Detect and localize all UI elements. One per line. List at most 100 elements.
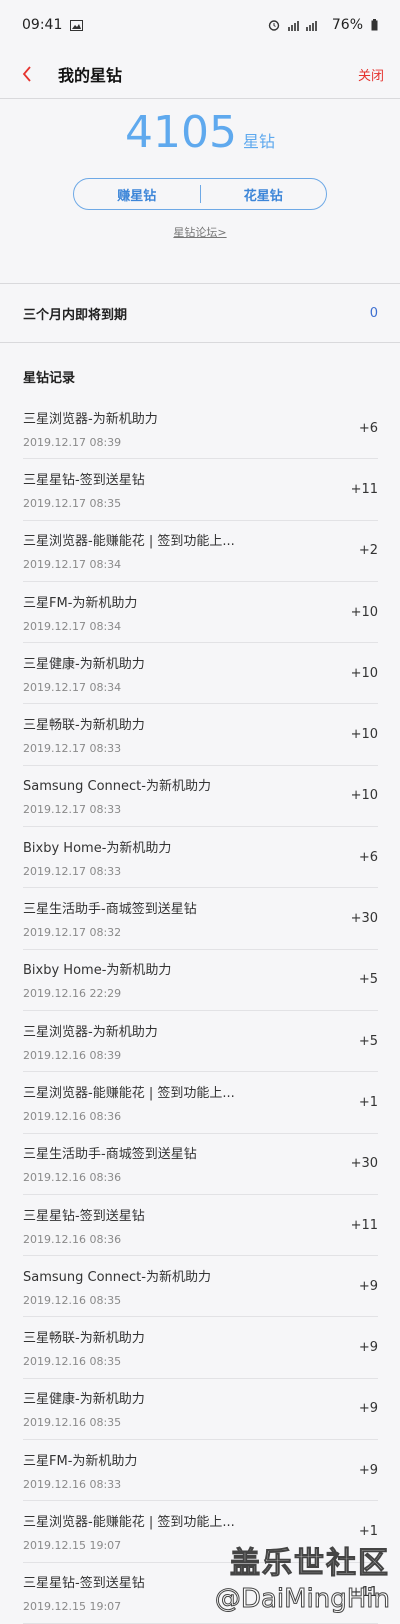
balance-summary: 4105 星钻 赚星钻 花星钻 星钻论坛> xyxy=(0,99,400,283)
record-name: 三星浏览器-为新机助力 xyxy=(23,1024,158,1040)
record-name: 三星星钻-签到送星钻 xyxy=(23,1576,145,1592)
alarm-icon xyxy=(268,19,280,31)
record-name: 三星FM-为新机助力 xyxy=(23,595,138,611)
record-row[interactable]: 三星健康-为新机助力 2019.12.16 08:35 +9 xyxy=(23,1379,378,1441)
record-date: 2019.12.17 08:34 xyxy=(23,619,122,633)
record-date: 2019.12.16 08:35 xyxy=(23,1416,122,1430)
record-date: 2019.12.17 08:33 xyxy=(23,742,122,756)
record-name: 三星星钻-签到送星钻 xyxy=(23,472,145,488)
header: 我的星钻 关闭 xyxy=(0,50,400,98)
record-name: 三星畅联-为新机助力 xyxy=(23,718,145,734)
record-row[interactable]: 三星星钻-签到送星钻 2019.12.17 08:35 +11 xyxy=(23,459,378,521)
clock: 09:41 xyxy=(22,17,63,33)
expiring-value: 0 xyxy=(369,305,378,321)
record-amount: +10 xyxy=(350,788,378,804)
record-date: 2019.12.16 08:39 xyxy=(23,1048,122,1062)
chevron-left-icon xyxy=(22,66,31,82)
record-date: 2019.12.17 08:34 xyxy=(23,558,122,572)
record-row[interactable]: 三星浏览器-能赚能花 | 签到功能上... 2019.12.16 08:36 +1 xyxy=(23,1072,378,1134)
record-date: 2019.12.16 08:33 xyxy=(23,1477,122,1491)
record-name: Bixby Home-为新机助力 xyxy=(23,963,172,979)
record-amount: +9 xyxy=(358,1401,378,1417)
record-date: 2019.12.16 08:36 xyxy=(23,1109,122,1123)
record-date: 2019.12.16 22:29 xyxy=(23,987,122,1001)
header-left: 我的星钻 xyxy=(18,62,122,86)
record-date: 2019.12.17 08:39 xyxy=(23,435,122,449)
record-row[interactable]: 三星FM-为新机助力 2019.12.16 08:33 +9 xyxy=(23,1440,378,1502)
record-name: Samsung Connect-为新机助力 xyxy=(23,779,211,795)
record-amount: +1 xyxy=(358,1523,378,1539)
record-list: 三星浏览器-为新机助力 2019.12.17 08:39 +6 三星星钻-签到送星钻… xyxy=(0,398,400,1624)
record-row[interactable]: 三星星钻-签到送星钻 2019.12.15 19:07 +11 xyxy=(23,1563,378,1624)
record-row[interactable]: 三星生活助手-商城签到送星钻 2019.12.16 08:36 +30 xyxy=(23,1134,378,1195)
record-date: 2019.12.15 19:07 xyxy=(23,1538,122,1552)
record-amount: +10 xyxy=(350,604,378,620)
close-button[interactable]: 关闭 xyxy=(358,65,384,84)
status-right: 76% xyxy=(268,17,378,33)
record-row[interactable]: 三星浏览器-能赚能花 | 签到功能上... 2019.12.17 08:34 +2 xyxy=(23,521,378,582)
record-name: 三星健康-为新机助力 xyxy=(23,1392,145,1408)
earn-button[interactable]: 赚星钻 xyxy=(74,185,200,204)
record-name: 三星浏览器-能赚能花 | 签到功能上... xyxy=(23,534,235,550)
record-name: 三星健康-为新机助力 xyxy=(23,656,145,672)
record-amount: +30 xyxy=(350,1156,378,1172)
record-amount: +9 xyxy=(358,1340,378,1356)
record-date: 2019.12.16 08:35 xyxy=(23,1355,122,1369)
record-date: 2019.12.17 08:33 xyxy=(23,803,122,817)
record-amount: +10 xyxy=(350,665,378,681)
record-name: 三星浏览器-为新机助力 xyxy=(23,411,158,427)
record-name: 三星浏览器-能赚能花 | 签到功能上... xyxy=(23,1085,235,1101)
record-name: Bixby Home-为新机助力 xyxy=(23,840,172,856)
record-amount: +6 xyxy=(358,849,378,865)
record-row[interactable]: Bixby Home-为新机助力 2019.12.16 22:29 +5 xyxy=(23,950,378,1011)
record-amount: +11 xyxy=(350,1585,378,1601)
status-bar: 09:41 76% xyxy=(0,0,400,50)
record-row[interactable]: 三星FM-为新机助力 2019.12.17 08:34 +10 xyxy=(23,582,378,644)
record-date: 2019.12.15 19:07 xyxy=(23,1600,122,1614)
expiring-label: 三个月内即将到期 xyxy=(23,307,128,323)
back-button[interactable] xyxy=(18,62,36,86)
page-title: 我的星钻 xyxy=(58,66,123,85)
record-name: 三星FM-为新机助力 xyxy=(23,1453,138,1469)
balance: 4105 星钻 xyxy=(125,107,275,158)
record-date: 2019.12.16 08:36 xyxy=(23,1171,122,1185)
record-name: Samsung Connect-为新机助力 xyxy=(23,1269,211,1285)
record-name: 三星畅联-为新机助力 xyxy=(23,1331,145,1347)
spend-button[interactable]: 花星钻 xyxy=(201,185,327,204)
record-row[interactable]: Bixby Home-为新机助力 2019.12.17 08:33 +6 xyxy=(23,827,378,889)
record-date: 2019.12.16 08:35 xyxy=(23,1293,122,1307)
forum-link[interactable]: 星钻论坛> xyxy=(173,224,226,240)
expiring-row: 三个月内即将到期 0 xyxy=(0,284,400,342)
record-amount: +5 xyxy=(358,1033,378,1049)
battery-icon xyxy=(371,19,378,31)
record-date: 2019.12.17 08:34 xyxy=(23,680,122,694)
record-amount: +11 xyxy=(350,481,378,497)
status-left: 09:41 xyxy=(22,17,84,33)
gallery-icon xyxy=(70,19,84,31)
record-row[interactable]: 三星畅联-为新机助力 2019.12.17 08:33 +10 xyxy=(23,704,378,766)
record-amount: +9 xyxy=(358,1278,378,1294)
record-row[interactable]: Samsung Connect-为新机助力 2019.12.16 08:35 +9 xyxy=(23,1256,378,1318)
battery-percent: 76% xyxy=(331,17,363,33)
record-row[interactable]: 三星浏览器-为新机助力 2019.12.16 08:39 +5 xyxy=(23,1011,378,1073)
record-name: 三星浏览器-能赚能花 | 签到功能上... xyxy=(23,1514,235,1530)
record-name: 三星生活助手-商城签到送星钻 xyxy=(23,902,197,918)
record-row[interactable]: 三星畅联-为新机助力 2019.12.16 08:35 +9 xyxy=(23,1317,378,1379)
record-amount: +9 xyxy=(358,1462,378,1478)
balance-unit: 星钻 xyxy=(242,132,275,151)
record-amount: +2 xyxy=(358,543,378,559)
record-date: 2019.12.17 08:33 xyxy=(23,864,122,878)
signal-icon xyxy=(287,19,324,31)
record-amount: +30 xyxy=(350,911,378,927)
record-row[interactable]: 三星健康-为新机助力 2019.12.17 08:34 +10 xyxy=(23,643,378,705)
record-row[interactable]: 三星浏览器-能赚能花 | 签到功能上... 2019.12.15 19:07 +1 xyxy=(23,1501,378,1563)
record-row[interactable]: 三星生活助手-商城签到送星钻 2019.12.17 08:32 +30 xyxy=(23,888,378,950)
record-row[interactable]: Samsung Connect-为新机助力 2019.12.17 08:33 +10 xyxy=(23,766,378,828)
record-row[interactable]: 三星星钻-签到送星钻 2019.12.16 08:36 +11 xyxy=(23,1195,378,1257)
record-name: 三星星钻-签到送星钻 xyxy=(23,1208,145,1224)
record-row[interactable]: 三星浏览器-为新机助力 2019.12.17 08:39 +6 xyxy=(23,398,378,460)
record-amount: +10 xyxy=(350,727,378,743)
record-amount: +11 xyxy=(350,1217,378,1233)
record-name: 三星生活助手-商城签到送星钻 xyxy=(23,1147,197,1163)
records-title: 星钻记录 xyxy=(23,371,76,386)
